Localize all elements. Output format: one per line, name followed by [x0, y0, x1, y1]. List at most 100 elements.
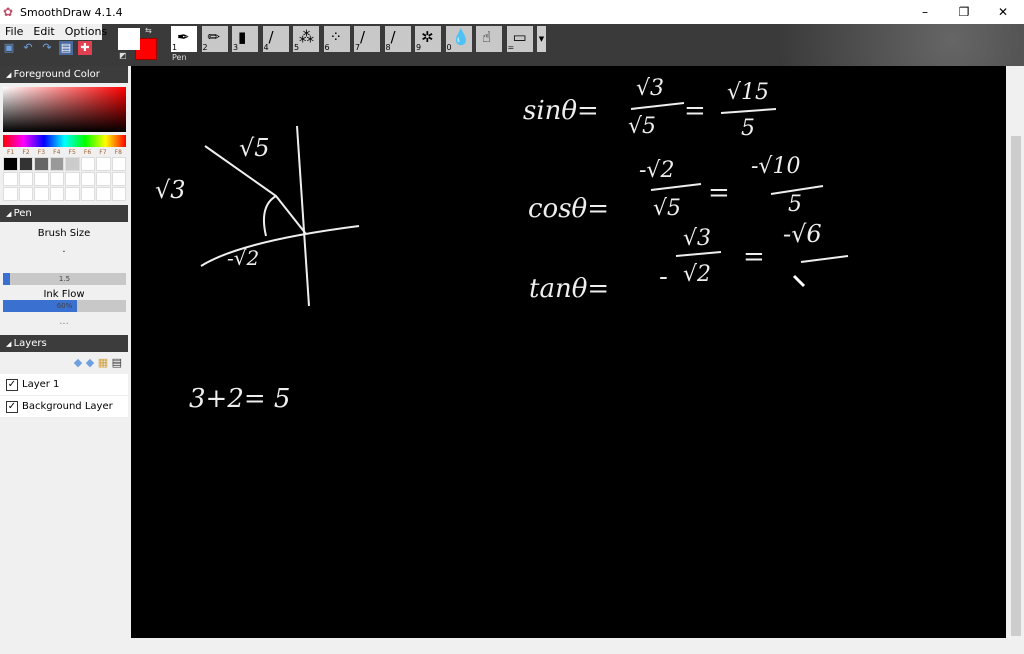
color-swatch[interactable]: [34, 157, 49, 171]
layer-up-icon[interactable]: ◆: [74, 356, 82, 369]
tool-key: 7: [355, 43, 361, 52]
foreground-color-swatch[interactable]: [118, 28, 140, 50]
color-swatch[interactable]: [49, 157, 64, 171]
sin-eq: =: [684, 96, 706, 126]
reset-colors-icon[interactable]: ◩: [119, 51, 127, 60]
tool-sparkle[interactable]: ✲ 9: [415, 26, 441, 52]
color-swatch[interactable]: [34, 172, 49, 186]
color-swatch[interactable]: [65, 187, 80, 201]
cos-eq: =: [708, 178, 730, 208]
menu-file[interactable]: File: [0, 24, 28, 40]
layer-visibility-checkbox[interactable]: ✓: [6, 400, 18, 413]
current-tool-label: Pen: [172, 53, 187, 62]
layer-down-icon[interactable]: ◆: [86, 356, 94, 369]
undo-icon[interactable]: ↶: [21, 41, 35, 55]
tool-eraser[interactable]: ▭ =: [506, 26, 533, 52]
tool-pen[interactable]: ✒ 1: [171, 26, 197, 52]
color-swatch[interactable]: [18, 157, 33, 171]
color-swatch[interactable]: [80, 187, 95, 201]
pen-icon: ✒: [177, 28, 190, 46]
close-button[interactable]: ✕: [984, 0, 1022, 24]
layers-header[interactable]: Layers: [0, 335, 128, 352]
tool-water-drop[interactable]: 💧 0: [445, 26, 472, 52]
color-swatch[interactable]: [96, 187, 111, 201]
color-swatch[interactable]: [34, 187, 49, 201]
swatch-key: F2: [22, 149, 30, 156]
tool-pencil[interactable]: ✏ 2: [201, 26, 228, 52]
color-swatch[interactable]: [18, 172, 33, 186]
cos-num2: -√10: [751, 154, 801, 179]
brush-size-slider[interactable]: 1.5: [3, 273, 126, 285]
layer-item[interactable]: ✓ Layer 1: [0, 374, 128, 396]
vertical-scrollbar[interactable]: [1008, 66, 1024, 638]
foreground-color-header[interactable]: Foreground Color: [0, 66, 128, 83]
more-options[interactable]: ...: [0, 316, 128, 332]
screenshot-icon[interactable]: ✚: [78, 41, 92, 55]
pencil-icon: ✏: [207, 28, 221, 46]
brush-preview: ·: [62, 247, 66, 258]
sin-lhs: sinθ=: [523, 96, 599, 126]
layer-properties-icon[interactable]: ▤: [112, 356, 122, 369]
color-swatch[interactable]: [111, 187, 126, 201]
minimize-button[interactable]: –: [906, 0, 944, 24]
hue-slider[interactable]: [3, 135, 126, 147]
tool-flat-brush[interactable]: /7: [354, 26, 380, 52]
cos-lhs: cosθ=: [528, 194, 609, 224]
color-swatch[interactable]: [3, 187, 18, 201]
tool-key: 1: [172, 43, 178, 52]
sin-num1: √3: [636, 76, 665, 101]
hyp-label: √5: [239, 134, 270, 162]
tool-ink-brush[interactable]: /8: [384, 26, 411, 52]
x-axis-stroke: [200, 225, 360, 267]
color-swatch[interactable]: [80, 172, 95, 186]
color-swatch[interactable]: [111, 172, 126, 186]
layer-actions: ◆ ◆ ▦ ▤: [0, 352, 128, 374]
swatch-key: F3: [37, 149, 46, 156]
tools-dropdown-icon[interactable]: ▼: [537, 26, 546, 52]
tool-key: =: [507, 43, 515, 52]
color-swatch[interactable]: [96, 172, 111, 186]
color-swatch[interactable]: [65, 157, 80, 171]
restore-button[interactable]: ❐: [945, 0, 983, 24]
ink-flow-slider[interactable]: 60%: [3, 300, 126, 312]
color-swatch[interactable]: [3, 172, 18, 186]
flat-brush-icon: /: [360, 28, 366, 46]
pen-header[interactable]: Pen: [0, 205, 128, 222]
tool-spray[interactable]: ⁘ 6: [323, 26, 350, 52]
title-bar: ✿ SmoothDraw 4.1.4 – ❐ ✕: [0, 0, 1024, 24]
color-swatch[interactable]: [65, 172, 80, 186]
frac-line: [800, 255, 849, 263]
color-swatch[interactable]: [18, 187, 33, 201]
tan-num1: √3: [683, 226, 712, 251]
tool-smudge-finger[interactable]: ☝: [476, 26, 502, 52]
color-picker-area[interactable]: [3, 87, 126, 132]
menu-edit[interactable]: Edit: [28, 24, 59, 40]
redo-icon[interactable]: ↷: [40, 41, 54, 55]
color-swatch[interactable]: [49, 172, 64, 186]
color-swatch[interactable]: [111, 157, 126, 171]
swatch-keys: F1 F2 F3 F4 F5 F6 F7 F8: [3, 149, 126, 156]
brush-size-value: 1.5: [58, 275, 71, 283]
drawing-canvas[interactable]: √5 √3 -√2 3+2= 5 sinθ= √3 √5 = √15 5 cos…: [131, 66, 1006, 638]
tool-airbrush[interactable]: ⁂ 5: [293, 26, 319, 52]
tool-key: 5: [294, 43, 300, 52]
vertical-scroll-thumb[interactable]: [1011, 136, 1021, 636]
color-swatch[interactable]: [80, 157, 95, 171]
swap-colors-icon[interactable]: ⇆: [145, 26, 152, 35]
save-icon[interactable]: ▣: [2, 41, 16, 55]
tool-brush[interactable]: /4: [262, 26, 289, 52]
color-swatch[interactable]: [3, 157, 18, 171]
tan-neg: -: [659, 262, 668, 292]
layer-item[interactable]: ✓ Background Layer: [0, 396, 128, 418]
layer-visibility-checkbox[interactable]: ✓: [6, 378, 18, 391]
toolbar-decoration: [664, 24, 1024, 66]
menu-options[interactable]: Options: [60, 24, 112, 40]
tool-highlighter[interactable]: ▮ 3: [232, 26, 258, 52]
brush-icon: /: [268, 28, 274, 46]
new-layer-icon[interactable]: ▦: [98, 356, 108, 369]
horizontal-scrollbar[interactable]: [131, 638, 1008, 654]
cos-num1: -√2: [639, 158, 675, 183]
color-swatch[interactable]: [96, 157, 111, 171]
color-swatch[interactable]: [49, 187, 64, 201]
page-icon[interactable]: ▤: [59, 41, 73, 55]
